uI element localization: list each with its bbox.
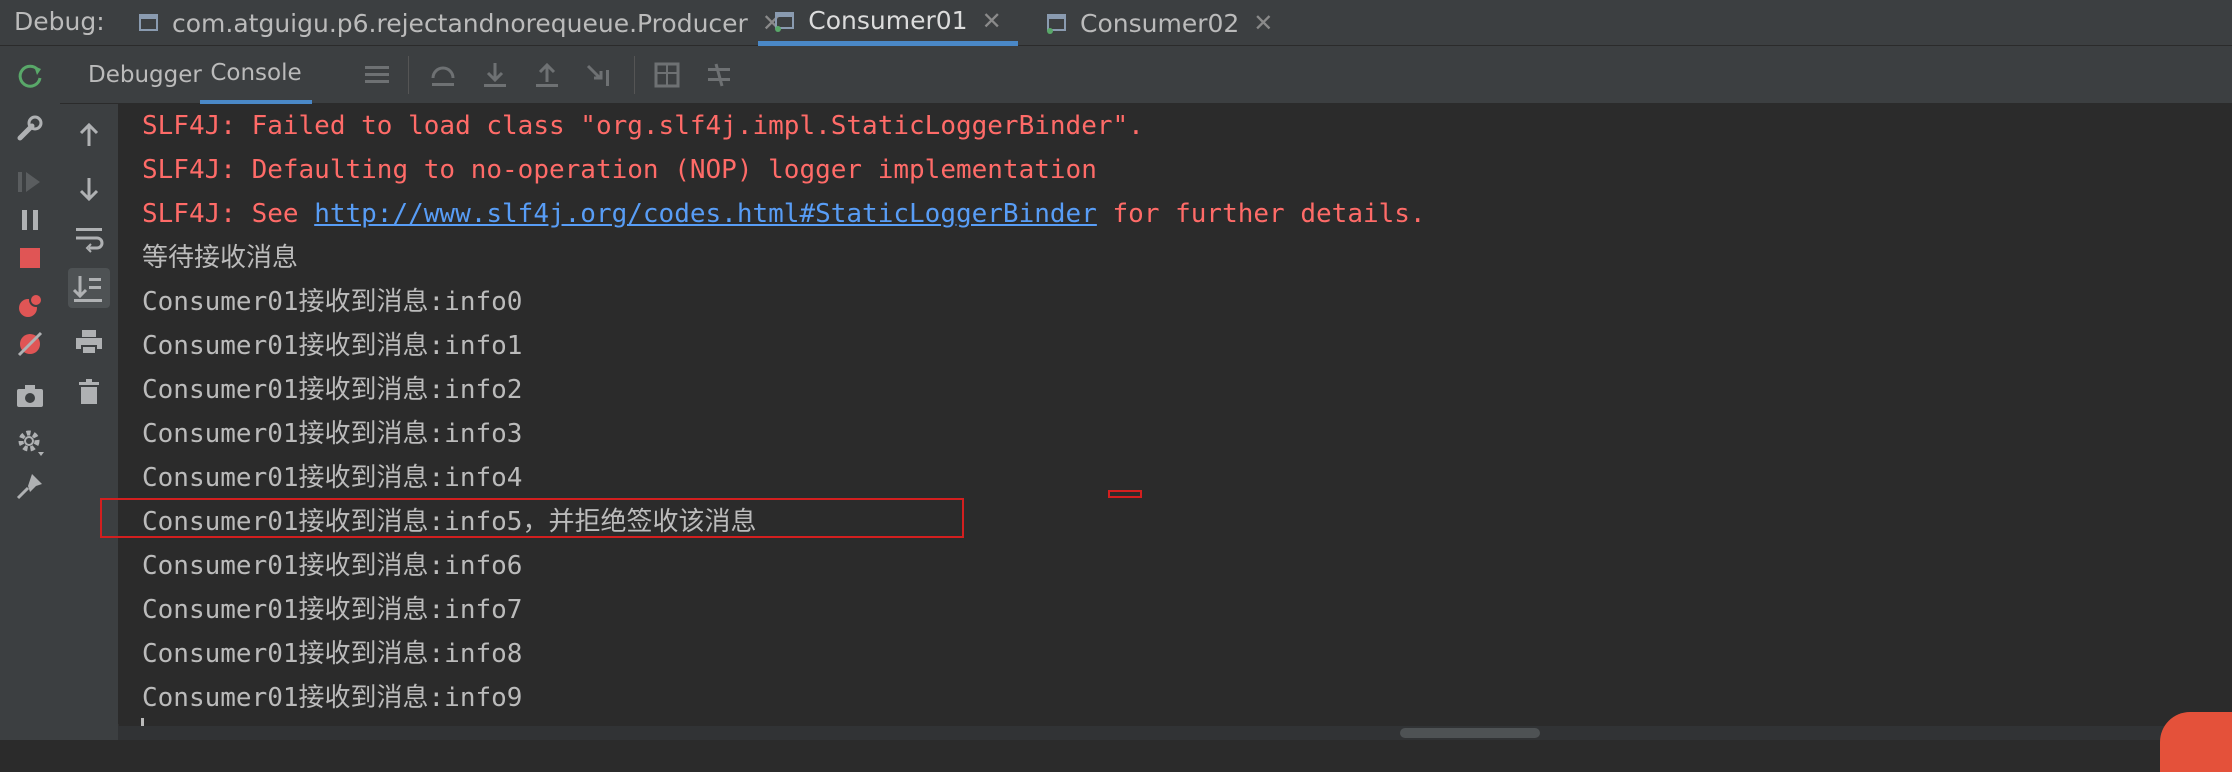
run-config-icon xyxy=(1046,12,1068,34)
trash-icon[interactable] xyxy=(73,376,105,408)
debug-label: Debug: xyxy=(14,7,105,36)
settings-wrench-icon[interactable] xyxy=(14,112,46,144)
tab-producer[interactable]: com.atguigu.p6.rejectandnorequeue.Produc… xyxy=(138,0,782,46)
console-line: Consumer01接收到消息:info1 xyxy=(142,331,523,361)
console-line: SLF4J: Defaulting to no-operation (NOP) … xyxy=(142,155,1097,185)
console-line: Consumer01接收到消息:info0 xyxy=(142,287,523,317)
pause-icon[interactable] xyxy=(14,204,46,236)
tab-debugger[interactable]: Debugger xyxy=(88,46,202,104)
tab-console[interactable]: Console xyxy=(200,46,312,104)
console-output[interactable]: SLF4J: Failed to load class "org.slf4j.i… xyxy=(118,104,2232,724)
step-into-icon[interactable] xyxy=(480,60,510,90)
toolbar-divider xyxy=(408,56,409,94)
slf4j-link[interactable]: http://www.slf4j.org/codes.html#StaticLo… xyxy=(314,199,1097,229)
close-icon[interactable]: ✕ xyxy=(1253,9,1273,37)
down-arrow-icon[interactable] xyxy=(73,172,105,204)
tab-label: Debugger xyxy=(88,62,202,88)
annotation-marker xyxy=(1108,490,1142,498)
soft-wrap-icon[interactable] xyxy=(73,222,105,254)
pin-icon[interactable] xyxy=(14,470,46,502)
console-line: Consumer01接收到消息:info2 xyxy=(142,375,523,405)
horizontal-scrollbar[interactable] xyxy=(118,726,2232,740)
trace-current-stream-icon[interactable] xyxy=(704,60,734,90)
stop-icon[interactable] xyxy=(14,242,46,274)
highlight-annotation-box xyxy=(100,498,964,538)
up-arrow-icon[interactable] xyxy=(73,120,105,152)
toolbar-divider xyxy=(634,56,635,94)
console-text: SLF4J: See xyxy=(142,199,315,229)
camera-icon[interactable] xyxy=(14,380,46,412)
scroll-to-end-icon[interactable] xyxy=(68,268,110,308)
console-line: Consumer01接收到消息:info3 xyxy=(142,419,523,449)
tab-consumer01[interactable]: Consumer01 ✕ xyxy=(758,0,1018,46)
console-line: SLF4J: See http://www.slf4j.org/codes.ht… xyxy=(142,192,1426,236)
close-icon[interactable]: ✕ xyxy=(982,7,1002,35)
menu-lines-icon[interactable] xyxy=(362,60,392,90)
console-line: Consumer01接收到消息:info8 xyxy=(142,639,523,669)
run-config-icon xyxy=(138,12,160,34)
console-line: 等待接收消息 xyxy=(142,243,299,273)
debug-subtabs: Debugger Console xyxy=(60,46,2232,104)
gear-icon[interactable] xyxy=(14,426,46,458)
scrollbar-thumb[interactable] xyxy=(1400,728,1540,738)
console-line: SLF4J: Failed to load class "org.slf4j.i… xyxy=(142,111,1144,141)
evaluate-expression-icon[interactable] xyxy=(652,60,682,90)
rerun-icon[interactable] xyxy=(14,60,46,92)
debug-side-toolbar xyxy=(0,46,61,740)
console-line: Consumer01接收到消息:info6 xyxy=(142,551,523,581)
print-icon[interactable] xyxy=(73,326,105,358)
mute-breakpoints-icon[interactable] xyxy=(14,328,46,360)
console-line: Consumer01接收到消息:info4 xyxy=(142,463,523,493)
console-text: for further details. xyxy=(1096,199,1426,229)
run-to-cursor-icon[interactable] xyxy=(584,60,614,90)
tab-label: Consumer02 xyxy=(1080,8,1240,38)
debug-tab-bar: Debug: com.atguigu.p6.rejectandnorequeue… xyxy=(0,0,2232,46)
tab-consumer02[interactable]: Consumer02 ✕ xyxy=(1046,0,1273,46)
tab-label: com.atguigu.p6.rejectandnorequeue.Produc… xyxy=(172,8,748,38)
step-over-icon[interactable] xyxy=(428,60,458,90)
run-config-icon xyxy=(774,10,796,32)
resume-icon[interactable] xyxy=(14,166,46,198)
corner-logo-icon xyxy=(2160,712,2232,772)
console-line: Consumer01接收到消息:info7 xyxy=(142,595,523,625)
step-out-icon[interactable] xyxy=(532,60,562,90)
console-line: Consumer01接收到消息:info9 xyxy=(142,683,523,713)
console-side-toolbar xyxy=(60,104,119,740)
view-breakpoints-icon[interactable] xyxy=(14,290,46,322)
tab-label: Consumer01 xyxy=(808,6,968,35)
tab-label: Console xyxy=(210,60,302,86)
